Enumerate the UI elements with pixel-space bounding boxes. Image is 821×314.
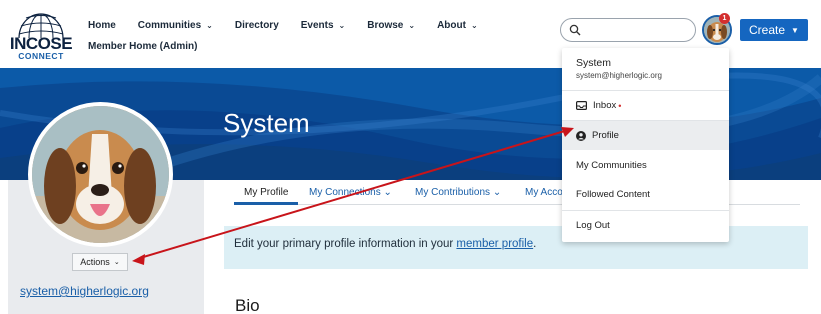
page: INCOSE CONNECT Home Communities ⌄ Directo… [0, 0, 821, 314]
nav-home[interactable]: Home [88, 20, 116, 31]
incose-logo[interactable]: INCOSE CONNECT [6, 12, 76, 62]
chevron-down-icon: ⌄ [206, 21, 213, 30]
tab-my-contributions-label: My Contributions [415, 187, 491, 198]
unread-dot: • [618, 100, 622, 111]
dog-photo [32, 106, 169, 243]
logo-subtitle: CONNECT [18, 51, 64, 61]
menu-item-followed-content-label: Followed Content [576, 189, 650, 200]
member-profile-link[interactable]: member profile [456, 238, 533, 250]
nav-communities[interactable]: Communities ⌄ [138, 20, 213, 31]
menu-item-my-communities[interactable]: My Communities [562, 151, 729, 180]
profile-email-link[interactable]: system@higherlogic.org [20, 284, 149, 298]
menu-item-profile[interactable]: Profile [562, 121, 729, 150]
tab-my-profile[interactable]: My Profile [244, 187, 288, 198]
tab-my-contributions[interactable]: My Contributions ⌄ [415, 187, 501, 198]
nav-directory-label: Directory [234, 20, 279, 31]
search-input[interactable] [560, 18, 696, 42]
chevron-down-icon: ⌄ [113, 259, 120, 266]
chevron-down-icon: ⌄ [492, 187, 502, 198]
menu-item-log-out[interactable]: Log Out [562, 211, 729, 240]
tab-my-profile-label: My Profile [244, 187, 289, 198]
nav-communities-label: Communities [137, 20, 202, 31]
main-nav: Home Communities ⌄ Directory Events ⌄ Brow… [88, 20, 500, 31]
profile-photo[interactable] [28, 102, 173, 247]
user-circle-icon [576, 130, 586, 141]
user-dropdown-menu: System system@higherlogic.org Inbox • Pr… [562, 48, 729, 242]
info-text-end: . [533, 238, 537, 250]
menu-item-log-out-label: Log Out [576, 220, 610, 231]
menu-item-followed-content[interactable]: Followed Content [562, 180, 729, 209]
nav-events-label: Events [300, 20, 334, 31]
caret-down-icon: ▼ [791, 25, 799, 35]
actions-button[interactable]: Actions ⌄ [72, 253, 128, 271]
tab-my-account[interactable]: My Acco [525, 187, 563, 198]
bio-heading: Bio [235, 296, 260, 314]
nav-events[interactable]: Events ⌄ [301, 20, 346, 31]
dropdown-user-name: System [576, 57, 612, 69]
menu-item-my-communities-label: My Communities [576, 160, 647, 171]
create-button-label: Create [749, 23, 786, 37]
info-message: Edit your primary profile information in… [234, 238, 536, 250]
dropdown-user-email: system@higherlogic.org [576, 71, 662, 80]
create-button[interactable]: Create ▼ [740, 19, 808, 41]
active-tab-indicator [234, 202, 298, 205]
chevron-down-icon: ⌄ [383, 187, 392, 198]
nav-directory[interactable]: Directory [235, 20, 279, 31]
tab-my-connections[interactable]: My Connections ⌄ [309, 187, 392, 198]
nav-member-home[interactable]: Member Home (Admin) [88, 41, 197, 52]
search-icon [569, 24, 581, 36]
menu-item-inbox-label: Inbox [593, 100, 617, 111]
tab-my-connections-label: My Connections [309, 187, 381, 198]
menu-item-profile-label: Profile [592, 130, 619, 141]
nav-home-label: Home [88, 20, 116, 31]
nav-about[interactable]: About ⌄ [437, 20, 478, 31]
chevron-down-icon: ⌄ [470, 21, 478, 30]
notification-badge: 1 [719, 13, 730, 24]
actions-button-label: Actions [80, 257, 110, 267]
chevron-down-icon: ⌄ [408, 21, 416, 30]
profile-name-title: System [223, 108, 310, 138]
nav-browse[interactable]: Browse ⌄ [367, 20, 415, 31]
info-text: Edit your primary profile information in… [234, 238, 457, 250]
inbox-icon [576, 101, 587, 110]
menu-item-inbox[interactable]: Inbox • [562, 91, 729, 120]
tab-my-account-label: My Acco [525, 187, 563, 198]
nav-browse-label: Browse [367, 20, 404, 31]
nav-about-label: About [437, 20, 466, 31]
chevron-down-icon: ⌄ [338, 21, 346, 30]
